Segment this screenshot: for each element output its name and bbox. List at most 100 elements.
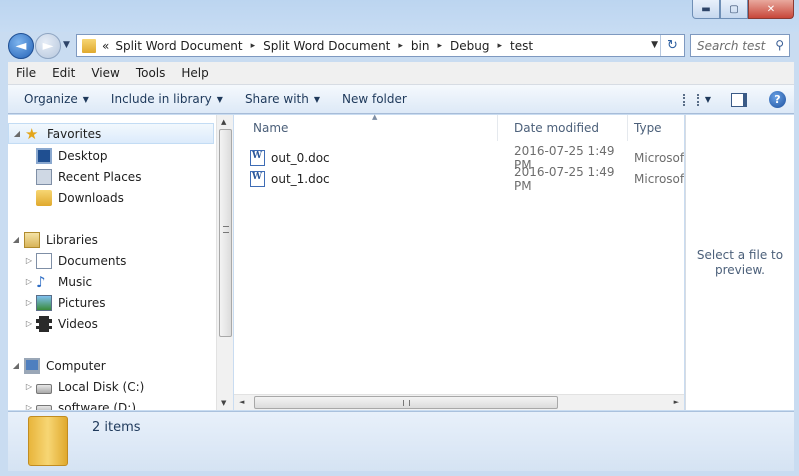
collapse-icon[interactable]: ◢: [8, 361, 24, 370]
file-row[interactable]: out_1.doc 2016-07-25 1:49 PM Microsoft: [250, 165, 684, 193]
breadcrumb-item[interactable]: Split Word Document ▸: [115, 39, 263, 53]
address-dropdown-icon[interactable]: ▼: [651, 40, 658, 50]
scroll-up-icon[interactable]: ▲: [221, 118, 226, 126]
drive-icon: [36, 383, 52, 394]
nav-item-computer[interactable]: ◢ Computer: [8, 355, 214, 376]
include-in-library-button[interactable]: Include in library ▼: [103, 92, 231, 106]
breadcrumb-label: Debug: [450, 38, 490, 53]
share-with-label: Share with: [244, 92, 309, 106]
search-input[interactable]: Search test ⚲: [690, 34, 790, 57]
minimize-icon: ▬: [701, 3, 711, 15]
new-folder-button[interactable]: New folder: [334, 92, 415, 106]
scrollbar-thumb[interactable]: [219, 129, 232, 337]
nav-item-documents[interactable]: ▷ Documents: [8, 250, 214, 271]
close-icon: ✕: [766, 3, 776, 15]
menu-help[interactable]: Help: [173, 66, 216, 80]
scroll-down-icon[interactable]: ▼: [221, 399, 226, 407]
organize-button[interactable]: Organize ▼: [16, 92, 97, 106]
nav-item-software-d[interactable]: ▷ software (D:): [8, 397, 214, 410]
nav-item-label: Recent Places: [58, 169, 142, 184]
column-header-type[interactable]: Type: [628, 115, 684, 141]
preview-pane-toggle-icon[interactable]: [731, 92, 747, 107]
column-header-name[interactable]: ▲ Name: [234, 113, 498, 141]
recent-pages-dropdown[interactable]: ▼: [63, 40, 70, 50]
menu-view[interactable]: View: [83, 66, 127, 80]
maximize-button[interactable]: ▢: [720, 0, 748, 19]
breadcrumb-item[interactable]: Split Word Document ▸: [263, 39, 411, 53]
address-bar[interactable]: « Split Word Document ▸ Split Word Docume…: [76, 34, 685, 57]
expand-icon[interactable]: ▷: [8, 382, 36, 391]
file-type: Microsoft: [634, 171, 684, 186]
caret-down-icon: ▼: [216, 94, 223, 104]
nav-item-local-disk-c[interactable]: ▷ Local Disk (C:): [8, 376, 214, 397]
nav-item-label: Computer: [46, 358, 106, 373]
expand-icon[interactable]: ▷: [8, 256, 36, 265]
navigation-pane-scrollbar[interactable]: ▲ ▼: [216, 115, 233, 410]
collapse-icon[interactable]: ◢: [8, 235, 24, 244]
new-folder-label: New folder: [342, 92, 407, 106]
column-header-date-modified[interactable]: Date modified: [498, 115, 628, 141]
help-icon[interactable]: ?: [769, 91, 786, 108]
preview-pane: Select a file to preview.: [685, 115, 794, 410]
nav-item-pictures[interactable]: ▷ Pictures: [8, 292, 214, 313]
command-bar: Organize ▼ Include in library ▼ Share with…: [8, 85, 794, 114]
expand-icon[interactable]: ▷: [8, 403, 36, 410]
file-list-horizontal-scrollbar[interactable]: ◄ ►: [234, 394, 684, 410]
refresh-button[interactable]: ↻: [660, 35, 684, 56]
breadcrumb-item[interactable]: bin ▸: [411, 39, 450, 53]
address-overflow-chevron[interactable]: «: [102, 39, 109, 53]
menu-edit[interactable]: Edit: [44, 66, 83, 80]
minimize-button[interactable]: ▬: [692, 0, 720, 19]
nav-item-label: Music: [58, 274, 93, 289]
breadcrumb-separator-icon[interactable]: ▸: [251, 41, 256, 51]
forward-button[interactable]: ►: [35, 33, 61, 59]
expand-icon[interactable]: ▷: [8, 319, 36, 328]
expand-icon[interactable]: ▷: [8, 277, 36, 286]
column-headers: ▲ Name Date modified Type: [234, 113, 684, 141]
documents-icon: [36, 252, 52, 269]
folder-icon: [28, 416, 68, 466]
file-name: out_1.doc: [271, 171, 330, 186]
nav-item-label: Videos: [58, 316, 98, 331]
breadcrumb-separator-icon[interactable]: ▸: [437, 41, 442, 51]
forward-arrow-icon: ►: [42, 38, 54, 54]
caret-down-icon: ▼: [313, 94, 320, 104]
view-options-dropdown-icon[interactable]: ▼: [705, 95, 711, 104]
breadcrumb-separator-icon[interactable]: ▸: [398, 41, 403, 51]
back-button[interactable]: ◄: [8, 33, 34, 59]
desktop-icon: [36, 147, 52, 164]
close-button[interactable]: ✕: [748, 0, 794, 19]
nav-item-label: Pictures: [58, 295, 106, 310]
menu-file[interactable]: File: [8, 66, 44, 80]
nav-item-label: Documents: [58, 253, 127, 268]
nav-item-desktop[interactable]: Desktop: [8, 145, 214, 166]
search-icon[interactable]: ⚲: [775, 38, 784, 52]
nav-item-favorites[interactable]: ◢ ★ Favorites: [8, 123, 214, 144]
scroll-left-icon[interactable]: ◄: [239, 398, 244, 406]
nav-item-libraries[interactable]: ◢ Libraries: [8, 229, 214, 250]
caret-down-icon: ▼: [82, 94, 89, 104]
change-view-icon[interactable]: [682, 93, 699, 106]
breadcrumb-label: test: [510, 38, 534, 53]
breadcrumb-item[interactable]: Debug ▸: [450, 39, 510, 53]
title-bar: ▬ ▢ ✕: [0, 0, 799, 32]
file-name: out_0.doc: [271, 150, 330, 165]
share-with-button[interactable]: Share with ▼: [237, 92, 328, 106]
nav-item-videos[interactable]: ▷ Videos: [8, 313, 214, 334]
details-pane: 2 items: [8, 411, 794, 471]
scroll-right-icon[interactable]: ►: [674, 398, 679, 406]
nav-item-music[interactable]: ▷ ♪ Music: [8, 271, 214, 292]
expand-icon[interactable]: ▷: [8, 298, 36, 307]
folder-icon: [82, 38, 96, 53]
nav-item-recent-places[interactable]: Recent Places: [8, 166, 214, 187]
collapse-icon[interactable]: ◢: [9, 129, 25, 138]
breadcrumb-separator-icon[interactable]: ▸: [497, 41, 502, 51]
breadcrumb-item[interactable]: test: [510, 39, 533, 53]
menu-tools[interactable]: Tools: [128, 66, 174, 80]
breadcrumb-label: Split Word Document: [115, 38, 243, 53]
scrollbar-thumb[interactable]: [254, 396, 558, 409]
nav-item-downloads[interactable]: Downloads: [8, 187, 214, 208]
drive-icon: [36, 404, 52, 410]
organize-label: Organize: [24, 92, 78, 106]
pictures-icon: [36, 294, 52, 311]
